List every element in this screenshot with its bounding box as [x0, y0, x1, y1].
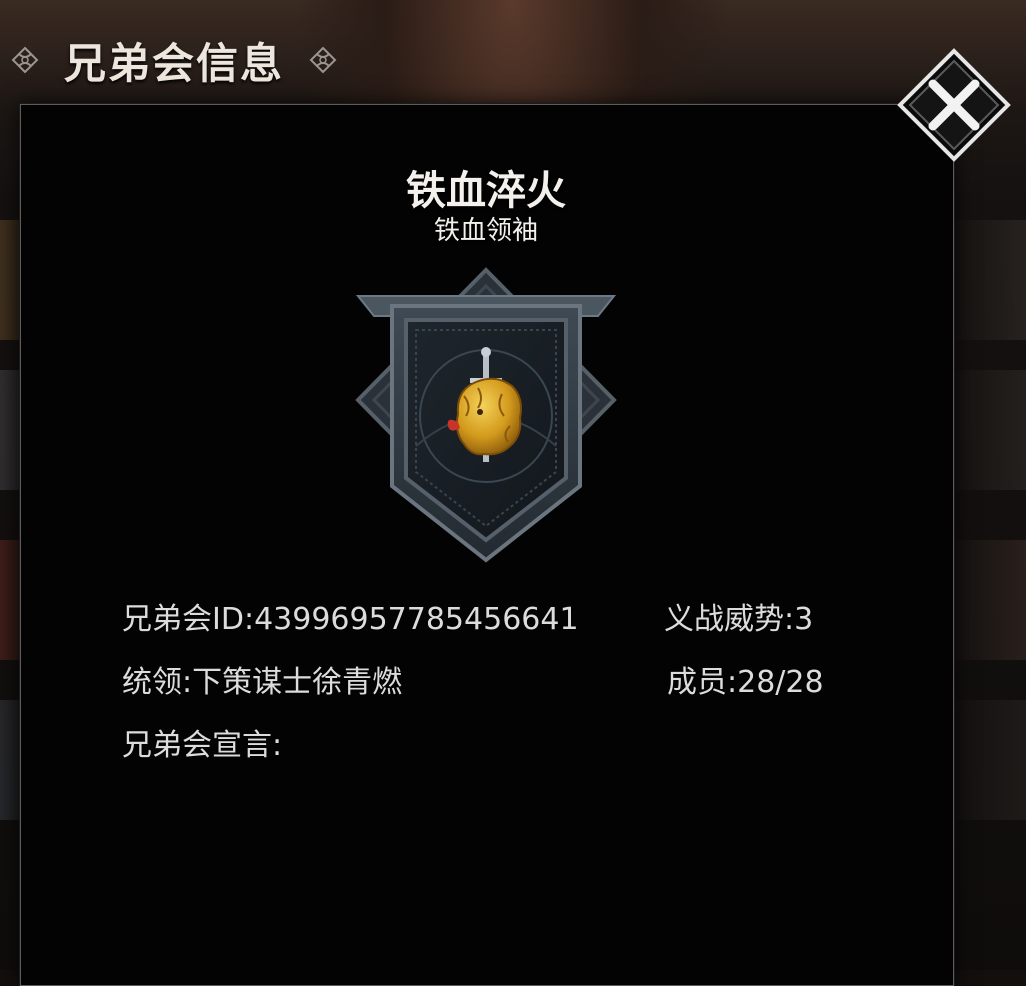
- celtic-knot-icon: [309, 46, 337, 74]
- prestige-value: 3: [794, 602, 814, 637]
- page-title: 兄弟会信息: [64, 38, 285, 88]
- close-button[interactable]: [897, 48, 1011, 162]
- close-x-icon: [897, 48, 1011, 162]
- celtic-knot-icon: [11, 46, 39, 74]
- leader-label: 统领:: [122, 665, 193, 700]
- guild-id-value: 43996957785456641: [254, 602, 579, 637]
- guild-rank-title: 铁血领袖: [433, 216, 538, 246]
- window-title-bar: 兄弟会信息: [0, 20, 520, 100]
- declaration-row: 兄弟会宣言:: [122, 720, 282, 764]
- guild-name: 铁血淬火: [406, 167, 566, 214]
- members-label: 成员:: [667, 665, 738, 700]
- declaration-label: 兄弟会宣言:: [122, 728, 283, 763]
- leader-row: 统领:下策谋士徐青燃: [122, 657, 402, 701]
- guild-id-row: 兄弟会ID:43996957785456641: [122, 594, 579, 638]
- prestige-label: 义战威势:: [664, 602, 795, 637]
- members-value: 28/28: [737, 665, 824, 700]
- leader-value: 下策谋士徐青燃: [192, 665, 403, 700]
- members-row: 成员:28/28: [667, 657, 824, 701]
- guild-emblem: [355, 267, 617, 563]
- prestige-row: 义战威势:3: [664, 594, 813, 638]
- guild-id-label: 兄弟会ID:: [122, 602, 255, 637]
